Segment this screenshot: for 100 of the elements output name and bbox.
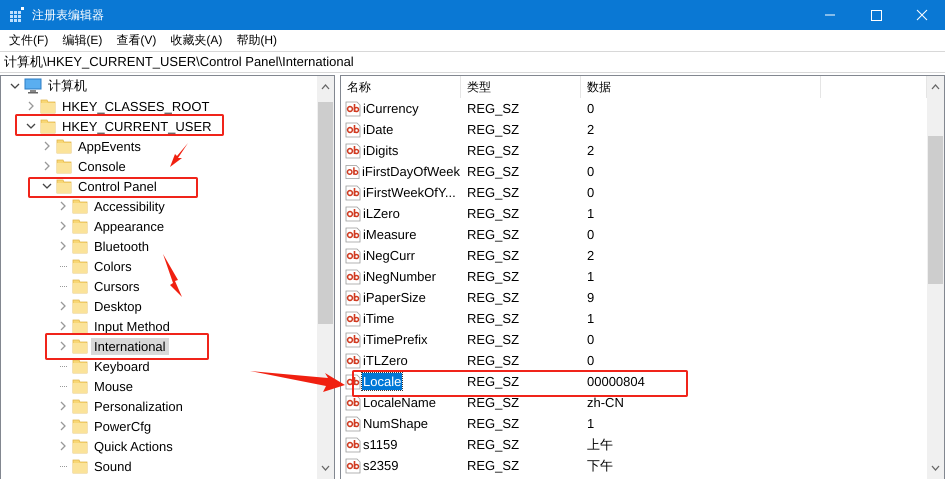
table-cell-text: REG_SZ — [466, 290, 520, 305]
collapse-icon[interactable] — [42, 181, 52, 191]
table-cell-text: 上午 — [586, 436, 614, 454]
expand-icon[interactable] — [26, 101, 36, 111]
table-cell-text: 1 — [586, 311, 596, 326]
value-name[interactable]: NumShape — [362, 415, 430, 432]
tree-item[interactable]: Input Method — [91, 318, 173, 334]
table-cell-text: 0 — [586, 164, 596, 179]
table-cell-text: 下午 — [586, 456, 614, 474]
folder-icon — [72, 318, 88, 334]
column-header[interactable]: 名称 — [341, 76, 461, 98]
string-value-icon — [345, 122, 361, 138]
expand-icon[interactable] — [58, 241, 68, 251]
column-header[interactable]: 数据 — [581, 76, 821, 98]
table-cell-text: REG_SZ — [466, 164, 520, 179]
value-name[interactable]: iTLZero — [362, 352, 409, 369]
value-name[interactable]: s2359 — [362, 457, 400, 474]
table-cell-text: REG_SZ — [466, 311, 520, 326]
value-name[interactable]: iNegCurr — [362, 247, 416, 264]
string-value-icon — [345, 184, 361, 200]
tree-item[interactable]: Colors — [91, 258, 135, 274]
menu-item[interactable]: 编辑(E) — [55, 32, 110, 49]
value-name[interactable]: iCurrency — [362, 100, 420, 117]
table-cell-text: REG_SZ — [466, 185, 520, 200]
table-cell-text: 0 — [586, 101, 596, 116]
tree-item[interactable]: Sound — [91, 458, 135, 474]
tree-item[interactable]: HKEY_CURRENT_USER — [59, 118, 215, 134]
arrow-icon — [163, 254, 182, 297]
expand-icon[interactable] — [58, 341, 68, 351]
table-cell-text: REG_SZ — [466, 227, 520, 242]
tree-item[interactable]: Bluetooth — [91, 238, 152, 254]
tree-item[interactable]: Appearance — [91, 218, 168, 234]
value-name[interactable]: iFirstDayOfWeek — [361, 163, 461, 180]
value-name[interactable]: iPaperSize — [362, 289, 427, 306]
value-name[interactable]: LocaleName — [362, 394, 437, 411]
address-bar[interactable]: 计算机\HKEY_CURRENT_USER\Control Panel\International — [0, 51, 945, 73]
value-name[interactable]: iFirstWeekOfY... — [362, 184, 457, 201]
table-cell-text: REG_SZ — [466, 458, 520, 473]
folder-icon — [72, 338, 88, 354]
expand-icon[interactable] — [58, 421, 68, 431]
string-value-icon — [345, 310, 361, 326]
folder-icon — [72, 258, 88, 274]
menu-item[interactable]: 查看(V) — [109, 32, 164, 49]
value-name[interactable]: iDigits — [362, 142, 400, 159]
expand-icon[interactable] — [58, 321, 68, 331]
tree-item[interactable]: HKEY_CLASSES_ROOT — [59, 98, 212, 114]
menu-item[interactable]: 文件(F) — [2, 32, 56, 49]
tree-item[interactable]: 计算机 — [45, 76, 90, 96]
expand-icon[interactable] — [42, 161, 52, 171]
expand-icon[interactable] — [58, 221, 68, 231]
menu-item[interactable]: 帮助(H) — [229, 32, 284, 49]
value-name[interactable]: iDate — [362, 121, 394, 138]
menu-item[interactable]: 收藏夹(A) — [163, 32, 230, 49]
computer-icon — [24, 78, 42, 94]
registry-editor-icon — [9, 7, 25, 23]
table-cell-text: REG_SZ — [466, 374, 520, 389]
tree-item[interactable]: Quick Actions — [91, 438, 176, 454]
table-cell-text: 9 — [586, 290, 596, 305]
scrollbar[interactable] — [927, 76, 944, 479]
table-cell-text: REG_SZ — [466, 416, 520, 431]
string-value-icon — [345, 226, 361, 242]
value-name[interactable]: iNegNumber — [362, 268, 437, 285]
value-name[interactable]: iLZero — [362, 205, 401, 222]
collapse-icon[interactable] — [10, 81, 20, 91]
value-name[interactable]: Locale — [362, 373, 402, 390]
value-name[interactable]: iTime — [362, 310, 396, 327]
folder-icon — [72, 418, 88, 434]
string-value-icon — [345, 206, 361, 222]
collapse-icon[interactable] — [26, 121, 36, 131]
tree-item[interactable]: Mouse — [91, 378, 136, 394]
string-value-icon — [345, 436, 361, 452]
folder-icon — [40, 118, 56, 134]
column-header[interactable]: 类型 — [461, 76, 581, 98]
tree-item[interactable]: Console — [75, 158, 129, 174]
expand-icon[interactable] — [58, 441, 68, 451]
string-value-icon — [345, 142, 361, 158]
tree-item[interactable]: Accessibility — [91, 198, 168, 214]
folder-icon — [72, 458, 88, 474]
tree-item[interactable]: AppEvents — [75, 138, 144, 154]
expand-icon[interactable] — [58, 201, 68, 211]
value-name[interactable]: iTimePrefix — [362, 331, 429, 348]
table-cell-text: REG_SZ — [466, 395, 520, 410]
value-name[interactable]: s1159 — [362, 436, 398, 453]
expand-icon[interactable] — [42, 141, 52, 151]
tree-item[interactable]: PowerCfg — [91, 418, 154, 434]
expand-icon[interactable] — [58, 401, 68, 411]
table-cell-text: REG_SZ — [466, 353, 520, 368]
string-value-icon — [345, 164, 360, 180]
tree-item[interactable]: International — [91, 338, 169, 354]
string-value-icon — [345, 352, 361, 368]
value-name[interactable]: iMeasure — [362, 226, 418, 243]
tree-item[interactable]: Cursors — [91, 278, 143, 294]
folder-icon — [56, 138, 72, 154]
tree-item[interactable]: Personalization — [91, 398, 186, 414]
tree-item[interactable]: Keyboard — [91, 358, 153, 374]
tree-item[interactable]: Desktop — [91, 298, 145, 314]
expand-icon[interactable] — [58, 301, 68, 311]
table-cell-text: REG_SZ — [466, 269, 520, 284]
tree-item[interactable]: Control Panel — [75, 178, 160, 194]
scrollbar[interactable] — [317, 76, 334, 479]
